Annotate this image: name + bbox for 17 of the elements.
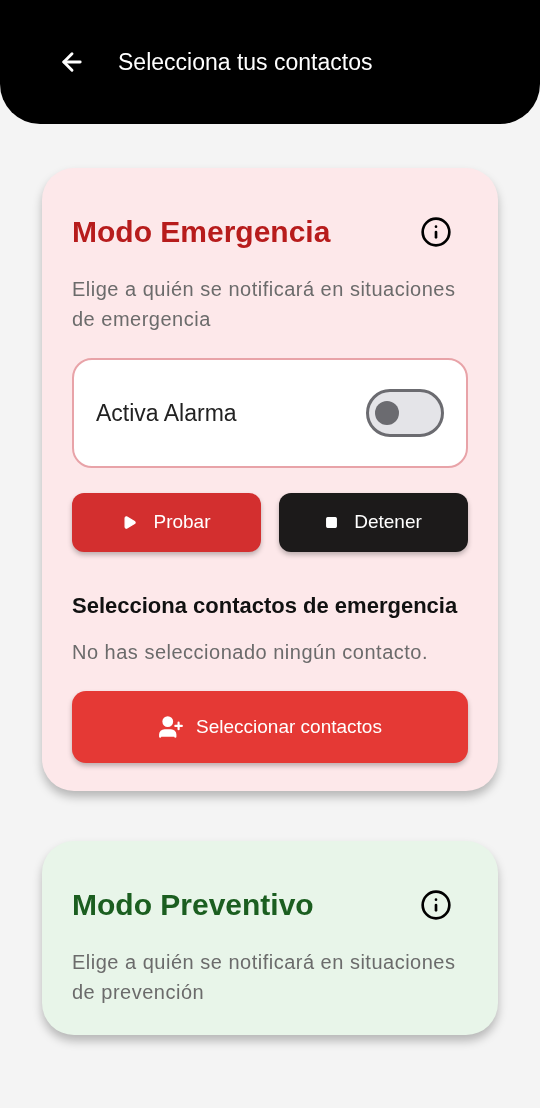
- empty-message: No has seleccionado ningún contacto.: [72, 640, 429, 665]
- test-button[interactable]: Probar: [72, 493, 261, 552]
- play-icon: [122, 515, 138, 530]
- alarm-switch[interactable]: [366, 389, 444, 437]
- card-title: Modo Emergencia: [72, 214, 331, 250]
- alarm-label: Activa Alarma: [96, 398, 237, 428]
- add-person-icon: [158, 714, 185, 740]
- info-icon[interactable]: [420, 889, 452, 921]
- section-heading: Selecciona contactos de emergencia: [72, 592, 459, 620]
- select-contacts-button[interactable]: Seleccionar contactos: [72, 691, 468, 763]
- card-title: Modo Preventivo: [72, 887, 314, 923]
- info-icon[interactable]: [420, 216, 452, 248]
- card-description: Elige a quién se notificará en situaciones de prevención: [72, 950, 457, 1005]
- screen-title: Selecciona tus contactos: [118, 47, 373, 77]
- stop-icon: [325, 516, 339, 529]
- stop-button[interactable]: Detener: [279, 493, 468, 552]
- card-description: Elige a quién se notificará en situaciones de emergencia: [72, 277, 457, 332]
